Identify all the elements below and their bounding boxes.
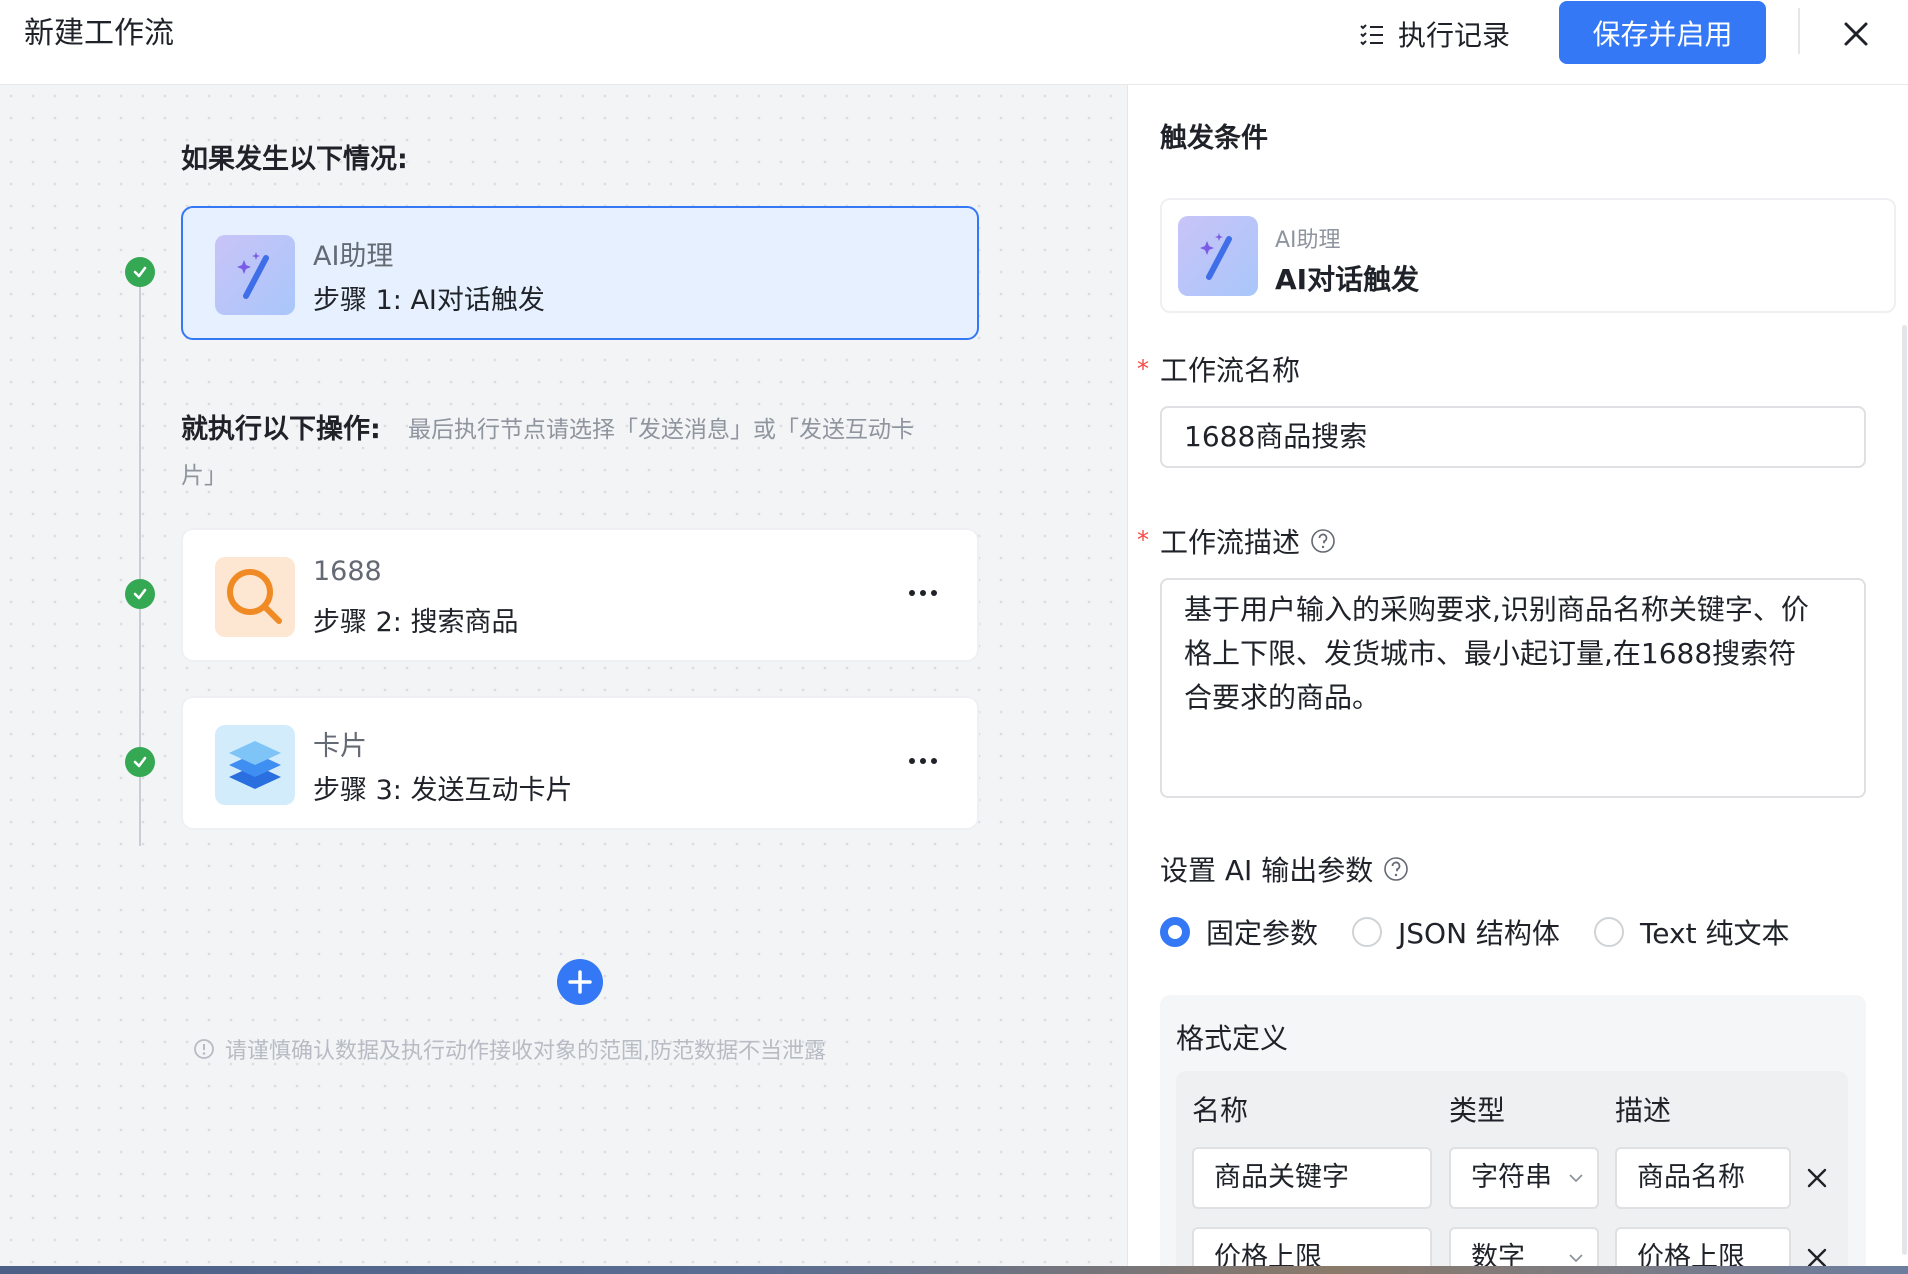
workflow-node-trigger[interactable]: AI助理 步骤 1: AI对话触发 [181, 206, 979, 340]
then-section-hint: 最后执行节点请选择「发送消息」或「发送互动卡 [408, 417, 914, 443]
workflow-canvas: 如果发生以下情况: AI助理 步骤 1: AI对话触发 就执行以下操作: 最后执… [0, 85, 1128, 1274]
close-icon[interactable] [1836, 14, 1876, 54]
format-table: 名称 类型 描述 商品关键字 字符串 商品名称 价格上限 数字 价格上限 [1176, 1071, 1848, 1274]
more-options-icon[interactable] [903, 578, 943, 608]
desc-line: 格上下限、发货城市、最小起订量,在1688搜索符 [1184, 637, 1797, 670]
node-step-label: 步骤 2: 搜索商品 [313, 607, 519, 638]
plus-icon [568, 970, 592, 994]
then-section-label: 就执行以下操作: [181, 414, 381, 445]
trigger-settings-panel: 触发条件 AI助理 AI对话触发 * 工作流名称 1688商品搜索 * 工作流描… [1129, 85, 1908, 1274]
required-marker: * [1137, 355, 1149, 383]
card-layers-icon [215, 725, 295, 805]
node-step-label: 步骤 3: 发送互动卡片 [313, 775, 573, 806]
check-icon [125, 257, 155, 287]
radio-dot [1352, 917, 1383, 947]
output-params-label-text: 设置 AI 输出参数 [1160, 854, 1374, 887]
workflow-desc-textarea[interactable]: 基于用户输入的采购要求,识别商品名称关键字、价 格上下限、发货城市、最小起订量,… [1160, 578, 1866, 798]
radio-label: Text 纯文本 [1639, 917, 1790, 950]
radio-text-plain[interactable]: Text 纯文本 [1593, 912, 1790, 952]
workflow-node-card[interactable]: 卡片 步骤 3: 发送互动卡片 [181, 696, 979, 830]
help-icon[interactable] [1383, 856, 1409, 882]
header-divider [1798, 8, 1800, 54]
warning-text: 请谨慎确认数据及执行动作接收对象的范围,防范数据不当泄露 [225, 1039, 826, 1064]
format-title: 格式定义 [1176, 1022, 1289, 1055]
output-params-label: 设置 AI 输出参数 [1160, 849, 1409, 889]
help-icon[interactable] [1310, 528, 1336, 554]
header-bar: 新建工作流 执行记录 保存并启用 [0, 0, 1908, 85]
node-step-label: 步骤 1: AI对话触发 [313, 285, 545, 316]
exec-record-button[interactable]: 执行记录 [1358, 12, 1510, 56]
delete-row-icon[interactable] [1804, 1165, 1830, 1191]
chevron-down-icon [1569, 1254, 1583, 1263]
node-app-label: 1688 [313, 556, 382, 587]
desc-line: 基于用户输入的采购要求,识别商品名称关键字、价 [1184, 593, 1809, 626]
panel-title: 触发条件 [1160, 123, 1268, 154]
more-options-icon[interactable] [903, 746, 943, 776]
radio-label: 固定参数 [1206, 917, 1319, 950]
panel-scrollbar[interactable] [1902, 325, 1907, 1255]
node-app-label: 卡片 [313, 731, 367, 762]
column-header-desc: 描述 [1615, 1094, 1672, 1127]
node-app-label: AI助理 [313, 241, 394, 272]
trigger-card: AI助理 AI对话触发 [1160, 198, 1896, 313]
then-section-hint-cont: 片」 [181, 463, 227, 489]
format-definition-box: 格式定义 名称 类型 描述 商品关键字 字符串 商品名称 价格上限 数字 价格上… [1160, 995, 1866, 1274]
desc-line: 合要求的商品。 [1184, 681, 1381, 714]
trigger-app-label: AI助理 [1275, 228, 1341, 253]
add-step-button[interactable] [557, 959, 603, 1005]
check-icon [125, 747, 155, 777]
trigger-name-label: AI对话触发 [1275, 263, 1420, 296]
workflow-name-label-text: 工作流名称 [1160, 354, 1301, 387]
exec-record-label: 执行记录 [1398, 19, 1511, 52]
list-check-icon [1360, 24, 1383, 46]
data-warning-note: 请谨慎确认数据及执行动作接收对象的范围,防范数据不当泄露 [193, 1033, 826, 1065]
param-type-select[interactable]: 字符串 [1449, 1147, 1599, 1209]
param-type-value: 字符串 [1471, 1162, 1552, 1193]
required-marker: * [1137, 526, 1149, 554]
background-window-strip [0, 1266, 1908, 1274]
param-name-input[interactable]: 商品关键字 [1192, 1147, 1432, 1209]
column-header-type: 类型 [1449, 1094, 1506, 1127]
workflow-name-input[interactable]: 1688商品搜索 [1160, 406, 1866, 468]
param-desc-input[interactable]: 商品名称 [1615, 1147, 1791, 1209]
workflow-desc-label-text: 工作流描述 [1160, 526, 1301, 559]
radio-label: JSON 结构体 [1398, 917, 1560, 950]
workflow-node-search[interactable]: 1688 步骤 2: 搜索商品 [181, 528, 979, 662]
search-icon [215, 557, 295, 637]
save-and-enable-button[interactable]: 保存并启用 [1559, 1, 1766, 64]
if-section-label: 如果发生以下情况: [181, 144, 408, 175]
workflow-name-label: 工作流名称 [1160, 349, 1300, 389]
magic-wand-icon [1178, 216, 1258, 296]
workflow-desc-label: 工作流描述 [1160, 521, 1336, 561]
output-params-radio-group: 固定参数 JSON 结构体 Text 纯文本 [1160, 912, 1789, 952]
info-icon [194, 1039, 214, 1059]
chevron-down-icon [1569, 1174, 1583, 1183]
column-header-name: 名称 [1192, 1094, 1249, 1127]
radio-fixed-params[interactable]: 固定参数 [1160, 912, 1318, 952]
radio-dot [1593, 917, 1624, 947]
magic-wand-icon [215, 235, 295, 315]
radio-json-struct[interactable]: JSON 结构体 [1352, 912, 1560, 952]
radio-dot-selected [1160, 917, 1190, 947]
page-title: 新建工作流 [24, 16, 174, 51]
check-icon [125, 579, 155, 609]
